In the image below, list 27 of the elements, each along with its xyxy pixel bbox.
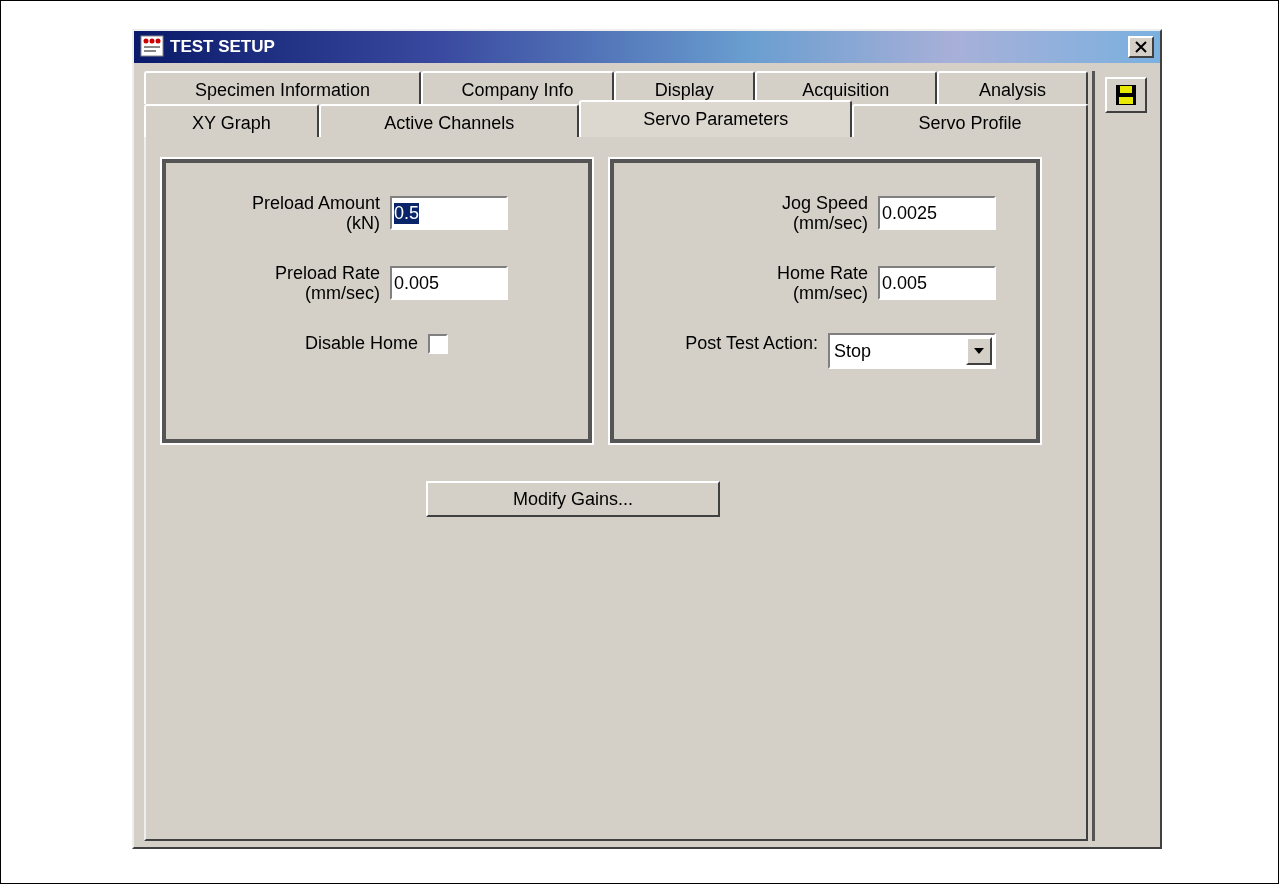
tab[interactable]: Specimen Information (144, 71, 421, 104)
window-title: TEST SETUP (170, 37, 276, 57)
field-label: Home Rate (mm/sec) (776, 263, 868, 303)
checkbox-label: Disable Home (304, 333, 418, 354)
field-label: Preload Rate (mm/sec) (274, 263, 380, 303)
tab[interactable]: Active Channels (318, 104, 580, 137)
input-field[interactable]: 0.005 (878, 266, 996, 300)
tab[interactable]: Company Info (421, 71, 614, 104)
tab[interactable]: Servo Parameters (579, 100, 852, 137)
tab[interactable]: Analysis (937, 71, 1088, 104)
save-button[interactable] (1105, 77, 1147, 113)
tab[interactable]: Servo Profile (852, 104, 1088, 137)
input-field[interactable]: 0.5 (390, 196, 508, 230)
tab[interactable]: XY Graph (144, 104, 319, 137)
tab[interactable]: Acquisition (754, 71, 937, 104)
caret-icon (974, 348, 984, 354)
checkbox[interactable] (428, 333, 448, 354)
close-icon (1135, 41, 1147, 53)
modify-gains-button[interactable]: Modify Gains... (426, 481, 720, 517)
field-label: Preload Amount (kN) (251, 193, 380, 233)
app-icon (140, 35, 166, 59)
close-button[interactable] (1128, 36, 1154, 58)
dropdown[interactable]: Stop (828, 333, 996, 369)
field-label: Post Test Action: (685, 333, 818, 354)
input-field[interactable]: 0.0025 (878, 196, 996, 230)
field-label: Jog Speed (mm/sec) (781, 193, 868, 233)
input-field[interactable]: 0.005 (390, 266, 508, 300)
